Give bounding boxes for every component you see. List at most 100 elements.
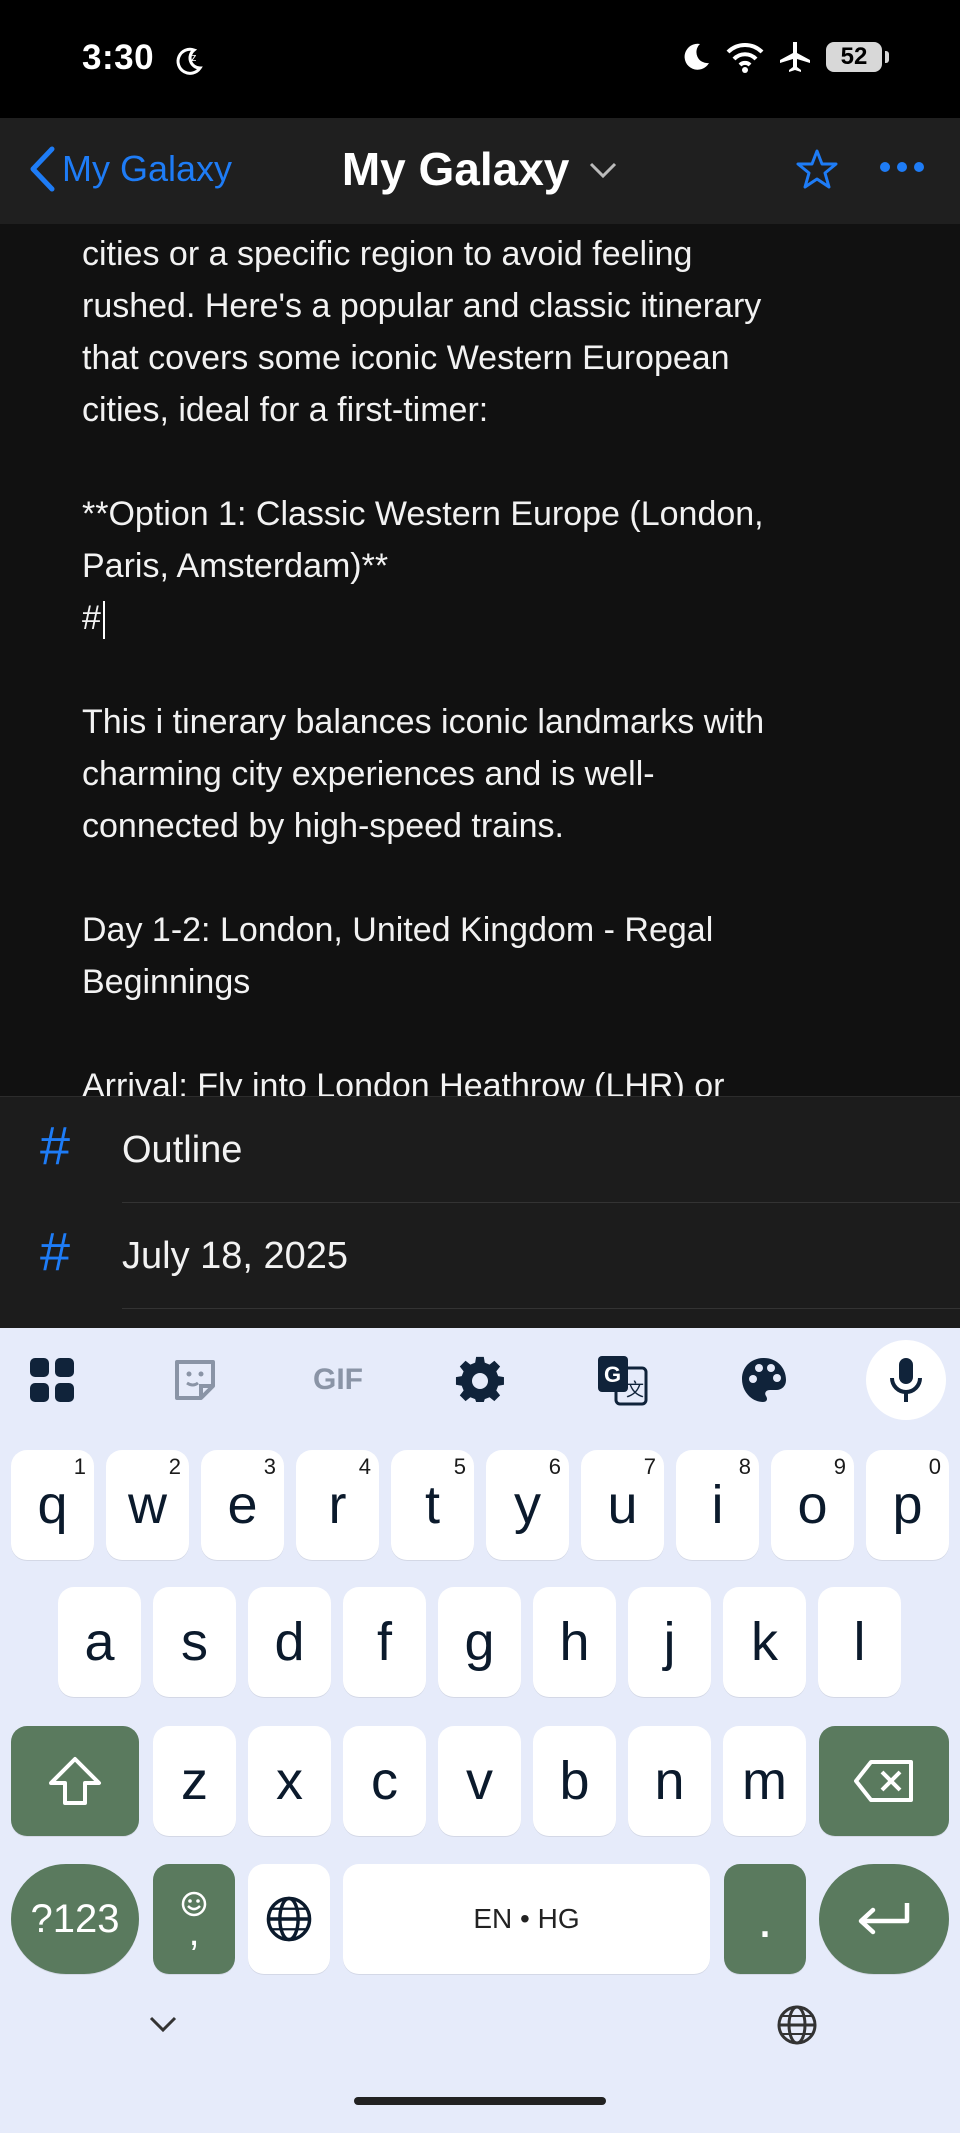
note-line: Arrival: Fly into London Heathrow (LHR) … bbox=[82, 1067, 725, 1096]
key-label: j bbox=[663, 1612, 676, 1672]
note-line: Beginnings bbox=[82, 963, 251, 1001]
favorite-star-icon[interactable] bbox=[796, 148, 838, 190]
key-hint: 1 bbox=[73, 1454, 86, 1479]
tag-suggestion-outline[interactable]: # Outline bbox=[0, 1097, 960, 1203]
key-label: y bbox=[514, 1475, 541, 1535]
key-i[interactable]: i8 bbox=[676, 1450, 759, 1560]
translate-icon[interactable]: G 文 bbox=[590, 1348, 654, 1412]
status-time: 3:30 bbox=[82, 38, 155, 77]
key-label: q bbox=[37, 1475, 68, 1535]
note-line: rushed. Here's a popular and classic iti… bbox=[82, 287, 762, 325]
key-label: k bbox=[751, 1612, 778, 1672]
backspace-key[interactable] bbox=[819, 1726, 949, 1836]
language-key[interactable] bbox=[248, 1864, 330, 1974]
key-label: EN • HG bbox=[473, 1903, 580, 1934]
key-label: f bbox=[376, 1612, 392, 1672]
text-cursor bbox=[102, 601, 105, 640]
note-line: Paris, Amsterdam)** bbox=[82, 547, 389, 585]
home-indicator[interactable] bbox=[354, 2097, 606, 2105]
key-m[interactable]: m bbox=[723, 1726, 806, 1836]
key-f[interactable]: f bbox=[343, 1587, 426, 1697]
shift-icon bbox=[49, 1757, 101, 1805]
key-z[interactable]: z bbox=[153, 1726, 236, 1836]
tag-label: July 18, 2025 bbox=[122, 1235, 349, 1277]
note-line bbox=[82, 852, 764, 904]
key-k[interactable]: k bbox=[723, 1587, 806, 1697]
spacebar[interactable]: EN • HG bbox=[343, 1864, 710, 1974]
comma-emoji-key[interactable]: , bbox=[153, 1864, 235, 1974]
key-hint: 6 bbox=[548, 1454, 561, 1479]
microphone-button[interactable] bbox=[866, 1340, 946, 1420]
key-hint: 9 bbox=[833, 1454, 846, 1479]
key-label: x bbox=[276, 1751, 303, 1811]
note-line: **Option 1: Classic Western Europe (Lond… bbox=[82, 495, 764, 533]
enter-key[interactable] bbox=[819, 1864, 949, 1974]
battery-level: 52 bbox=[840, 43, 868, 70]
key-b[interactable]: b bbox=[533, 1726, 616, 1836]
language-globe-icon[interactable] bbox=[776, 2004, 818, 2046]
symbols-key[interactable]: ?123 bbox=[11, 1864, 139, 1974]
svg-text:文: 文 bbox=[626, 1380, 644, 1400]
key-c[interactable]: c bbox=[343, 1726, 426, 1836]
key-hint: 4 bbox=[358, 1454, 371, 1479]
key-label: r bbox=[328, 1475, 347, 1535]
wifi-icon bbox=[726, 42, 764, 73]
key-j[interactable]: j bbox=[628, 1587, 711, 1697]
key-q[interactable]: q1 bbox=[11, 1450, 94, 1560]
apps-grid-icon[interactable] bbox=[20, 1348, 84, 1412]
key-label: o bbox=[797, 1475, 828, 1535]
key-u[interactable]: u7 bbox=[581, 1450, 664, 1560]
note-line: # bbox=[82, 592, 764, 644]
key-a[interactable]: a bbox=[58, 1587, 141, 1697]
key-label: c bbox=[371, 1751, 398, 1811]
key-w[interactable]: w2 bbox=[106, 1450, 189, 1560]
key-o[interactable]: o9 bbox=[771, 1450, 854, 1560]
key-h[interactable]: h bbox=[533, 1587, 616, 1697]
page-title: My Galaxy bbox=[341, 143, 570, 195]
note-line: Day 1-2: London, United Kingdom - Regal bbox=[82, 911, 714, 949]
key-label: i bbox=[711, 1475, 724, 1535]
shift-key[interactable] bbox=[11, 1726, 139, 1836]
key-g[interactable]: g bbox=[438, 1587, 521, 1697]
period-key[interactable]: . bbox=[724, 1864, 806, 1974]
key-n[interactable]: n bbox=[628, 1726, 711, 1836]
bedtime-icon: z bbox=[176, 47, 203, 75]
backspace-icon bbox=[854, 1760, 913, 1802]
sticker-icon[interactable] bbox=[163, 1348, 227, 1412]
note-line: This i tinerary balances iconic landmark… bbox=[82, 703, 765, 741]
key-v[interactable]: v bbox=[438, 1726, 521, 1836]
microphone-icon bbox=[890, 1358, 922, 1402]
more-options-icon[interactable] bbox=[880, 162, 924, 172]
key-label: . bbox=[757, 1889, 773, 1949]
key-y[interactable]: y6 bbox=[486, 1450, 569, 1560]
key-label: n bbox=[654, 1751, 685, 1811]
key-l[interactable]: l bbox=[818, 1587, 901, 1697]
note-line: cities or a specific region to avoid fee… bbox=[82, 235, 693, 273]
key-d[interactable]: d bbox=[248, 1587, 331, 1697]
hashtag-icon: # bbox=[40, 1222, 71, 1282]
key-label: e bbox=[227, 1475, 258, 1535]
tag-label: Outline bbox=[122, 1129, 243, 1171]
tag-suggestions: # Outline # July 18, 2025 bbox=[0, 1096, 960, 1329]
key-label: b bbox=[559, 1751, 590, 1811]
gif-button[interactable]: GIF bbox=[304, 1348, 372, 1412]
key-x[interactable]: x bbox=[248, 1726, 331, 1836]
key-r[interactable]: r4 bbox=[296, 1450, 379, 1560]
note-body[interactable]: cities or a specific region to avoid fee… bbox=[82, 228, 764, 1096]
key-s[interactable]: s bbox=[153, 1587, 236, 1697]
airplane-icon bbox=[780, 42, 810, 72]
navigation-bar: My Galaxy My Galaxy bbox=[0, 118, 960, 225]
key-label: g bbox=[464, 1612, 495, 1672]
key-e[interactable]: e3 bbox=[201, 1450, 284, 1560]
key-t[interactable]: t5 bbox=[391, 1450, 474, 1560]
enter-icon bbox=[858, 1903, 910, 1935]
tag-suggestion-date[interactable]: # July 18, 2025 bbox=[0, 1203, 960, 1309]
hide-keyboard-chevron-icon[interactable] bbox=[148, 2014, 178, 2034]
key-label: t bbox=[424, 1475, 440, 1535]
settings-gear-icon[interactable] bbox=[448, 1348, 512, 1412]
palette-icon[interactable] bbox=[732, 1348, 796, 1412]
divider bbox=[122, 1308, 960, 1309]
key-p[interactable]: p0 bbox=[866, 1450, 949, 1560]
note-editor[interactable]: cities or a specific region to avoid fee… bbox=[0, 224, 960, 1096]
status-bar: 3:30 z 52 bbox=[0, 0, 960, 118]
